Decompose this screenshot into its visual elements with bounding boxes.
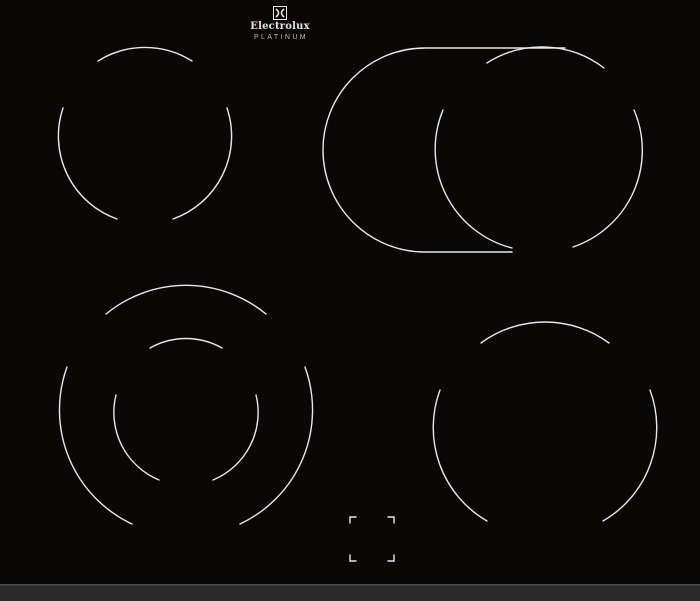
ceramic-hob: Electrolux PLATINUM	[0, 0, 700, 601]
hob-glass-surface	[0, 0, 700, 601]
brand-name: Electrolux	[250, 21, 310, 32]
front-edge-highlight	[0, 584, 700, 586]
brand-line: PLATINUM	[253, 34, 309, 41]
glass-panel	[0, 0, 700, 584]
front-edge	[0, 584, 700, 601]
electrolux-logo-icon	[273, 6, 287, 20]
brand-block: Electrolux PLATINUM	[230, 6, 330, 42]
